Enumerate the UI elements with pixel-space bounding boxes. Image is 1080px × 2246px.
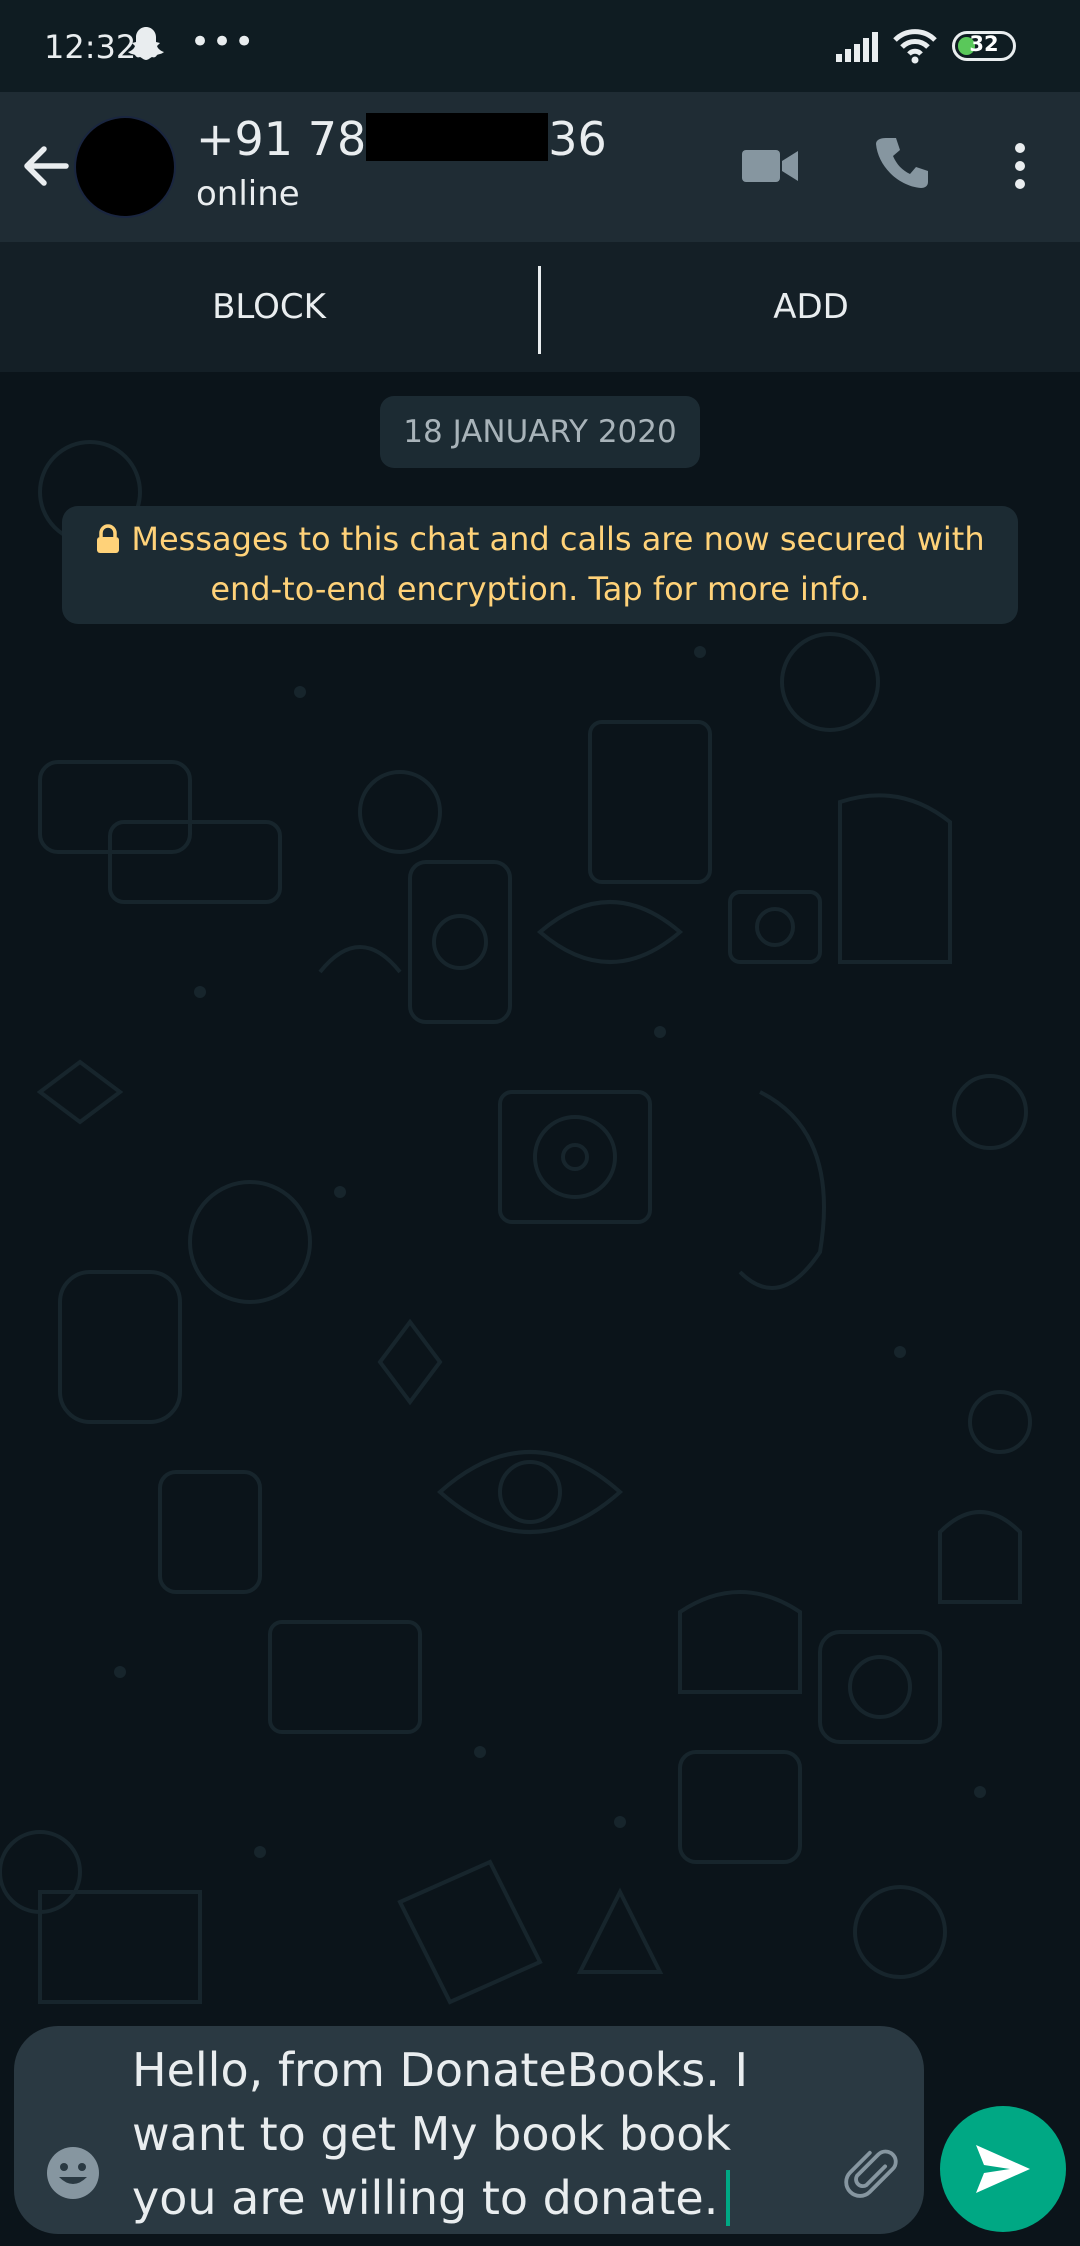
lock-icon xyxy=(95,520,121,566)
wifi-icon xyxy=(892,28,938,68)
text-caret xyxy=(726,2170,731,2226)
contact-number-prefix: +91 78 xyxy=(196,112,367,166)
block-button[interactable]: BLOCK xyxy=(0,242,538,372)
status-time: 12:32 xyxy=(44,28,137,66)
unknown-contact-actions: BLOCK ADD xyxy=(0,242,1080,372)
message-composer: Hello, from DonateBooks. I want to get M… xyxy=(14,2026,924,2234)
message-input-text: Hello, from DonateBooks. I want to get M… xyxy=(132,2043,749,2225)
status-bar: 12:32 ••• 32 xyxy=(0,0,1080,92)
more-vert-icon xyxy=(1015,143,1025,189)
redaction-box xyxy=(366,113,549,161)
emoji-icon xyxy=(47,2147,99,2199)
doodle-wallpaper xyxy=(0,440,1032,2194)
back-arrow-icon xyxy=(24,146,69,186)
emoji-button[interactable] xyxy=(44,2144,102,2202)
more-options-button[interactable] xyxy=(1000,136,1040,196)
date-chip: 18 JANUARY 2020 xyxy=(380,396,700,468)
send-icon xyxy=(976,2145,1030,2193)
message-input[interactable]: Hello, from DonateBooks. I want to get M… xyxy=(132,2038,752,2230)
send-button[interactable] xyxy=(940,2106,1066,2232)
video-call-button[interactable] xyxy=(740,140,800,192)
voice-call-button[interactable] xyxy=(872,132,932,192)
battery-level-text: 32 xyxy=(969,32,999,56)
chat-area[interactable]: 18 JANUARY 2020 Messages to this chat an… xyxy=(0,372,1080,2246)
add-contact-button[interactable]: ADD xyxy=(542,242,1080,372)
encryption-notice-text: Messages to this chat and calls are now … xyxy=(131,520,985,608)
snapchat-icon xyxy=(128,24,164,68)
battery-icon: 32 xyxy=(952,31,1016,61)
signal-icon xyxy=(836,32,880,66)
attach-button[interactable] xyxy=(840,2142,908,2210)
avatar[interactable] xyxy=(76,118,174,216)
chat-header: +91 78 36 online xyxy=(0,92,1080,242)
back-button[interactable] xyxy=(16,136,76,196)
contact-status: online xyxy=(196,174,300,214)
more-notifications-icon: ••• xyxy=(190,22,257,62)
divider xyxy=(538,266,541,354)
contact-number-suffix: 36 xyxy=(548,112,607,166)
phone-icon xyxy=(876,138,928,188)
contact-name[interactable]: +91 78 36 xyxy=(196,112,607,166)
encryption-notice[interactable]: Messages to this chat and calls are now … xyxy=(62,506,1018,624)
attach-icon xyxy=(844,2149,898,2198)
video-call-icon xyxy=(742,150,798,182)
